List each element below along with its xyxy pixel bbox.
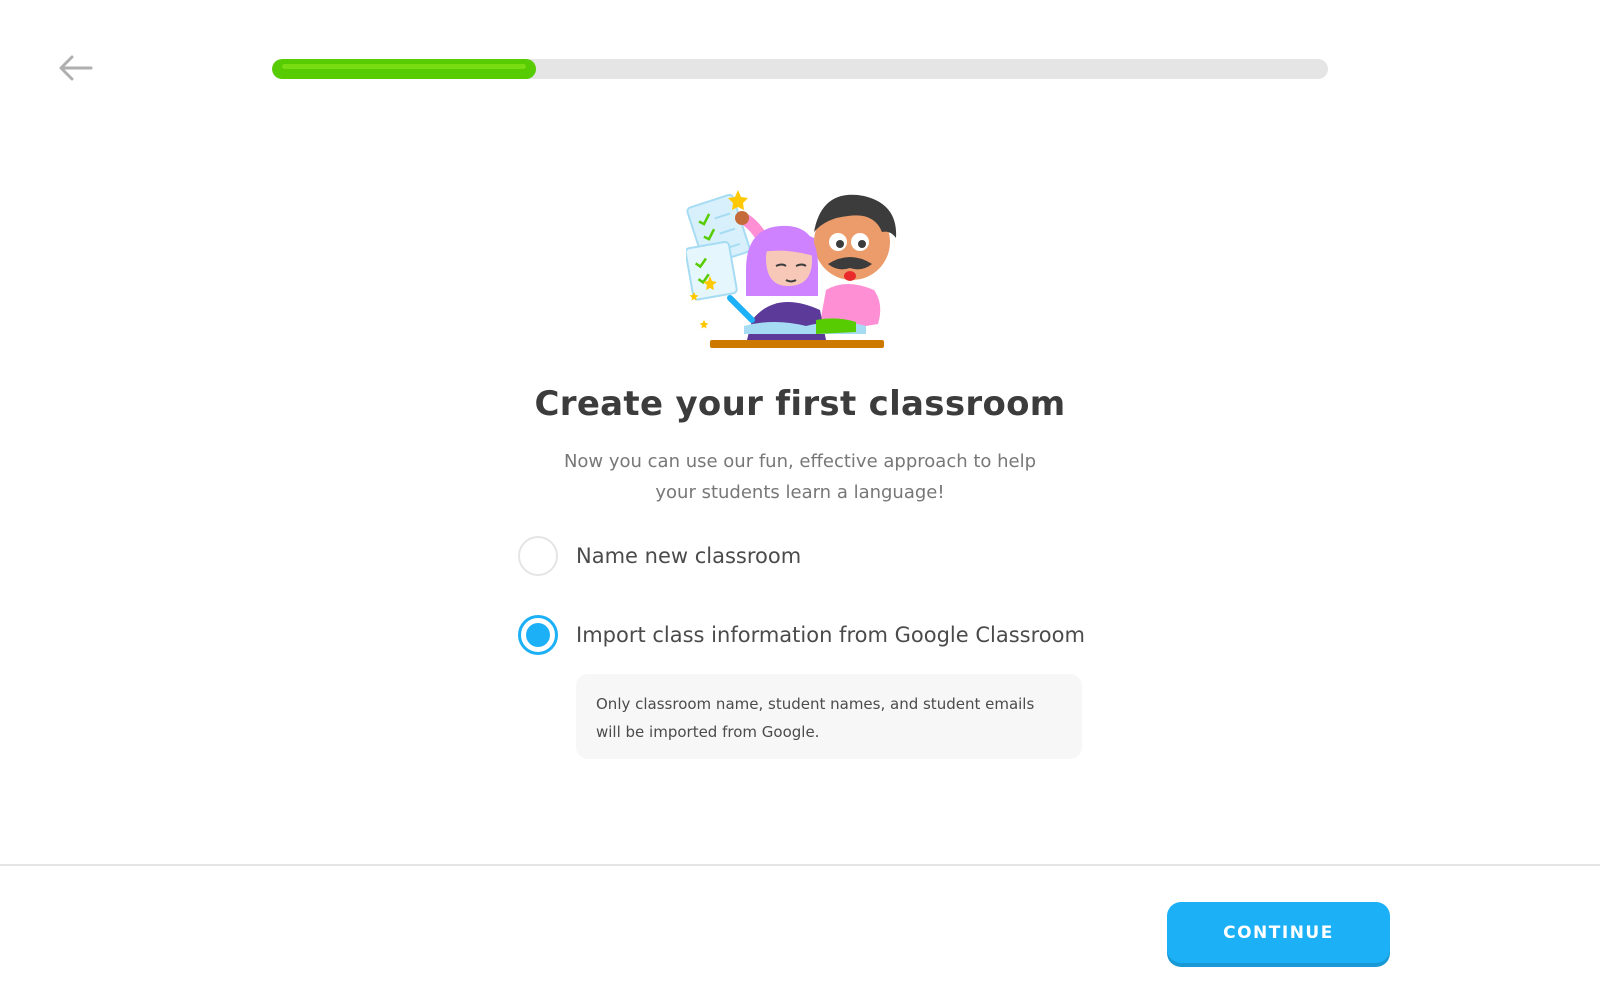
page-title: Create your first classroom: [534, 384, 1066, 424]
progress-bar: [272, 59, 1328, 79]
onboarding-page: Create your first classroom Now you can …: [0, 0, 1600, 1000]
radio-button-unselected[interactable]: [518, 536, 558, 576]
progress-bar-shine: [282, 64, 526, 69]
import-info-box: Only classroom name, student names, and …: [576, 674, 1082, 759]
arrow-left-icon: [59, 55, 93, 81]
footer-divider: [0, 864, 1600, 866]
radio-button-selected[interactable]: [518, 615, 558, 655]
progress-bar-fill: [272, 59, 536, 79]
back-button[interactable]: [56, 52, 96, 84]
teacher-student-illustration: [686, 190, 897, 348]
page-subtitle: Now you can use our fun, effective appro…: [563, 451, 1037, 503]
option-label: Name new classroom: [576, 544, 802, 568]
continue-button[interactable]: CONTINUE: [1167, 902, 1390, 963]
option-label: Import class information from Google Cla…: [576, 623, 1085, 647]
option-import-google-classroom[interactable]: Import class information from Google Cla…: [518, 615, 1085, 655]
option-name-new-classroom[interactable]: Name new classroom: [518, 536, 801, 576]
import-info-text: Only classroom name, student names, and …: [596, 695, 1035, 741]
radio-selected-dot: [526, 623, 550, 647]
